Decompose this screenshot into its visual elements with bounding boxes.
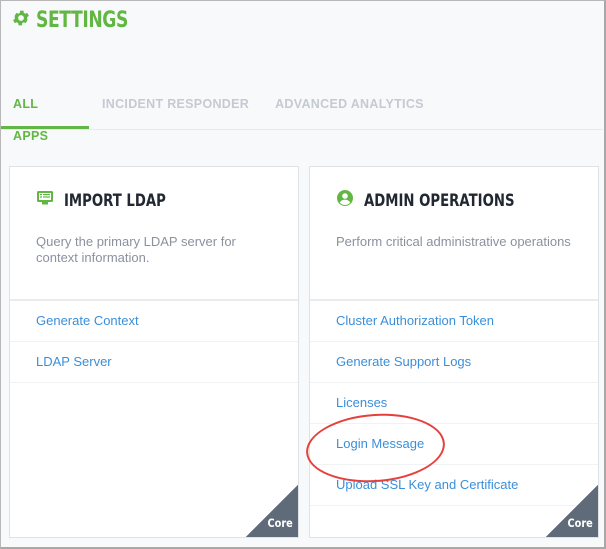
tab-incident-responder[interactable]: INCIDENT RESPONDER xyxy=(89,88,262,128)
link-login-message[interactable]: Login Message xyxy=(310,424,598,465)
tab-advanced-analytics[interactable]: ADVANCED ANALYTICS xyxy=(262,88,437,128)
card-header: ADMIN OPERATIONS Perform critical admini… xyxy=(310,167,598,301)
card-header: IMPORT LDAP Query the primary LDAP serve… xyxy=(10,167,298,301)
link-licenses[interactable]: Licenses xyxy=(310,383,598,424)
core-badge: Core xyxy=(246,485,298,537)
core-badge-label: Core xyxy=(567,516,593,530)
user-circle-icon xyxy=(336,189,354,212)
card-links: Cluster Authorization Token Generate Sup… xyxy=(310,301,598,506)
page-title: SETTINGS xyxy=(36,8,128,33)
admin-operations-card: ADMIN OPERATIONS Perform critical admini… xyxy=(309,166,599,538)
card-description: Perform critical administrative operatio… xyxy=(336,234,571,249)
link-cluster-authorization-token[interactable]: Cluster Authorization Token xyxy=(310,301,598,342)
monitor-list-icon xyxy=(36,189,54,212)
import-ldap-card: IMPORT LDAP Query the primary LDAP serve… xyxy=(9,166,299,538)
card-title: IMPORT LDAP xyxy=(64,190,166,211)
link-ldap-server[interactable]: LDAP Server xyxy=(10,342,298,383)
card-title: ADMIN OPERATIONS xyxy=(364,190,515,211)
gear-icon xyxy=(11,8,31,33)
link-generate-context[interactable]: Generate Context xyxy=(10,301,298,342)
page-header: SETTINGS xyxy=(11,8,154,33)
core-badge-label: Core xyxy=(267,516,293,530)
link-generate-support-logs[interactable]: Generate Support Logs xyxy=(310,342,598,383)
card-links: Generate Context LDAP Server xyxy=(10,301,298,383)
core-badge: Core xyxy=(546,485,598,537)
tab-all-apps[interactable]: ALL APPS xyxy=(1,88,89,143)
card-description: Query the primary LDAP server for contex… xyxy=(36,234,236,265)
app-tabs: ALL APPS INCIDENT RESPONDER ADVANCED ANA… xyxy=(1,88,603,143)
